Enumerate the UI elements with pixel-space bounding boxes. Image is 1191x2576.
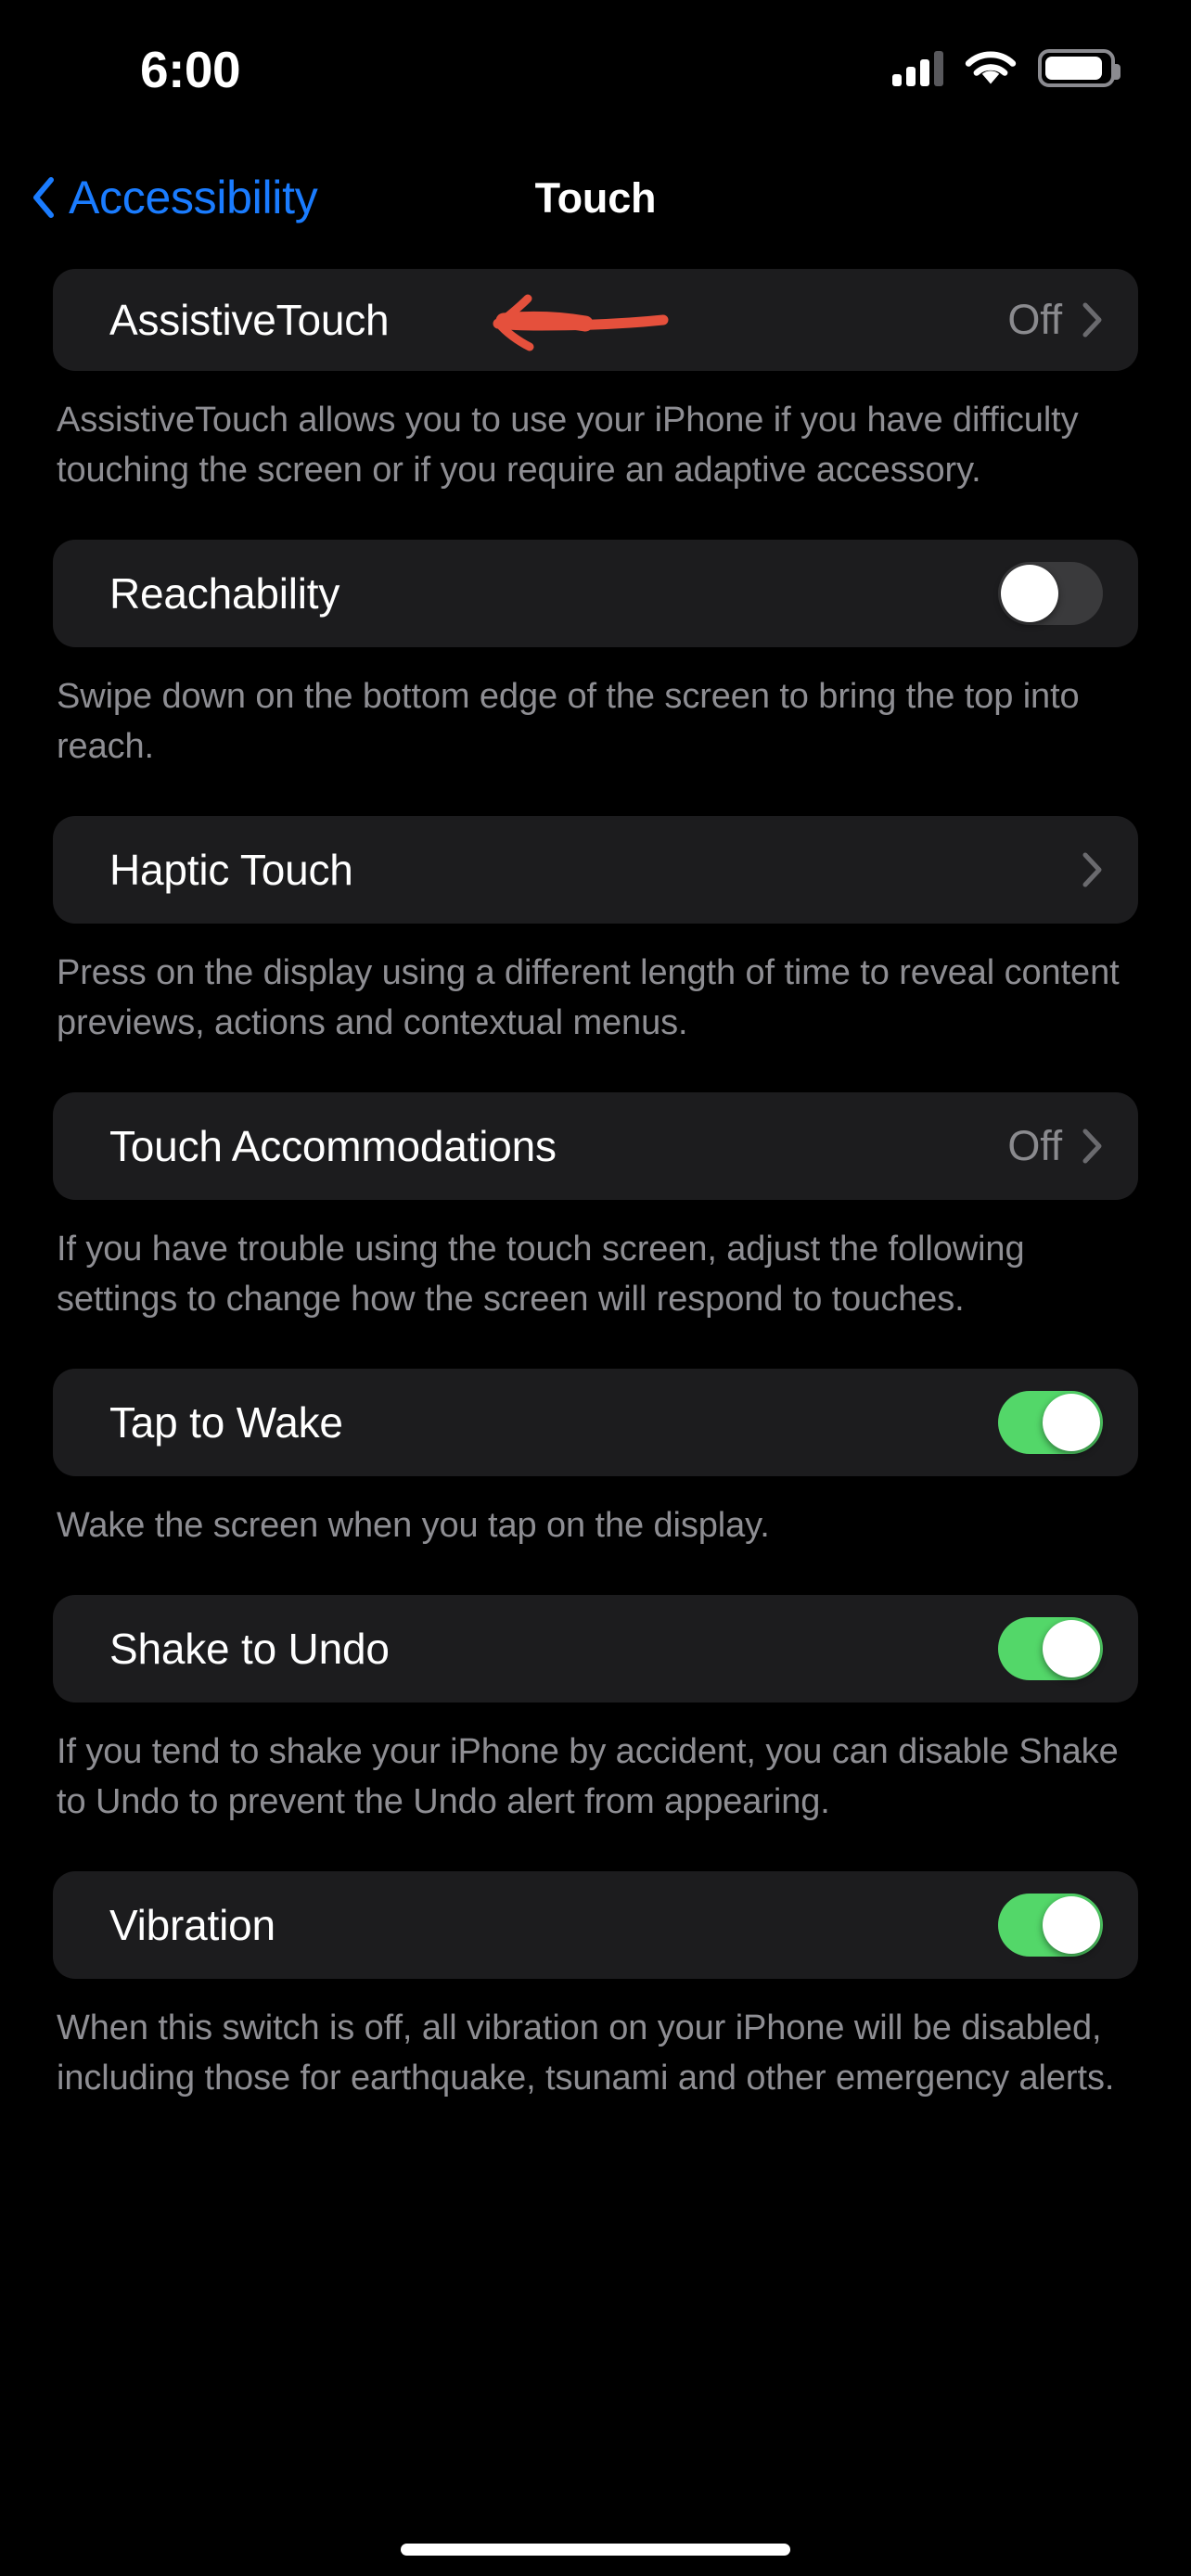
chevron-right-icon bbox=[1082, 1129, 1102, 1164]
row-reachability: Reachability bbox=[53, 540, 1138, 647]
navigation-bar: Accessibility Touch bbox=[0, 148, 1191, 258]
section-tap-to-wake: Tap to Wake Wake the screen when you tap… bbox=[0, 1369, 1191, 1550]
section-footer: Swipe down on the bottom edge of the scr… bbox=[57, 677, 1080, 766]
row-label: Reachability bbox=[109, 569, 340, 618]
toggle-knob bbox=[1043, 1620, 1100, 1677]
toggle-reachability[interactable] bbox=[998, 562, 1103, 625]
row-accessory bbox=[1082, 852, 1103, 887]
section-footer: Wake the screen when you tap on the disp… bbox=[57, 1506, 770, 1545]
toggle-knob bbox=[1043, 1394, 1100, 1451]
row-value: Off bbox=[1007, 1122, 1062, 1169]
row-touch-accommodations[interactable]: Touch Accommodations Off bbox=[53, 1092, 1138, 1200]
section-touch-accommodations: Touch Accommodations Off If you have tro… bbox=[0, 1092, 1191, 1324]
row-shake-to-undo: Shake to Undo bbox=[53, 1595, 1138, 1702]
row-label: Shake to Undo bbox=[109, 1625, 390, 1673]
section-footer: If you have trouble using the touch scre… bbox=[57, 1230, 1025, 1319]
row-value: Off bbox=[1007, 296, 1062, 343]
row-label: Touch Accommodations bbox=[109, 1122, 557, 1170]
chevron-right-icon bbox=[1082, 302, 1102, 338]
section-footer: AssistiveTouch allows you to use your iP… bbox=[57, 401, 1079, 490]
section-footer: If you tend to shake your iPhone by acci… bbox=[57, 1732, 1119, 1821]
cellular-signal-icon bbox=[892, 49, 943, 86]
row-tap-to-wake: Tap to Wake bbox=[53, 1369, 1138, 1476]
toggle-knob bbox=[1001, 565, 1058, 622]
toggle-tap-to-wake[interactable] bbox=[998, 1391, 1103, 1454]
section-reachability: Reachability Swipe down on the bottom ed… bbox=[0, 540, 1191, 772]
row-accessory bbox=[998, 562, 1103, 625]
section-footer: When this switch is off, all vibration o… bbox=[57, 2009, 1115, 2098]
toggle-knob bbox=[1043, 1896, 1100, 1954]
status-bar-clock: 6:00 bbox=[140, 41, 241, 98]
section-footer: Press on the display using a different l… bbox=[57, 953, 1120, 1042]
wifi-icon bbox=[965, 51, 1017, 84]
iphone-screen: 6:00 Accessibility Touch AssistiveTouch … bbox=[0, 0, 1191, 2576]
section-haptic-touch: Haptic Touch Press on the display using … bbox=[0, 816, 1191, 1048]
row-label: Vibration bbox=[109, 1901, 275, 1949]
row-haptic-touch[interactable]: Haptic Touch bbox=[53, 816, 1138, 924]
row-label: Haptic Touch bbox=[109, 846, 353, 894]
row-accessory: Off bbox=[1007, 1122, 1103, 1170]
row-accessory bbox=[998, 1617, 1103, 1680]
row-label: AssistiveTouch bbox=[109, 296, 390, 344]
chevron-right-icon bbox=[1082, 852, 1102, 887]
status-bar: 6:00 bbox=[0, 0, 1191, 148]
home-indicator[interactable] bbox=[401, 2544, 790, 2556]
section-vibration: Vibration When this switch is off, all v… bbox=[0, 1871, 1191, 2103]
settings-list: AssistiveTouch Off AssistiveTouch allows… bbox=[0, 269, 1191, 2103]
battery-icon bbox=[1038, 48, 1121, 87]
section-assistivetouch: AssistiveTouch Off AssistiveTouch allows… bbox=[0, 269, 1191, 495]
row-label: Tap to Wake bbox=[109, 1398, 343, 1447]
row-accessory: Off bbox=[1007, 296, 1103, 344]
row-accessory bbox=[998, 1391, 1103, 1454]
row-assistivetouch[interactable]: AssistiveTouch Off bbox=[53, 269, 1138, 371]
page-title: Touch bbox=[534, 174, 657, 222]
toggle-vibration[interactable] bbox=[998, 1894, 1103, 1957]
toggle-shake-to-undo[interactable] bbox=[998, 1617, 1103, 1680]
row-vibration: Vibration bbox=[53, 1871, 1138, 1979]
row-accessory bbox=[998, 1894, 1103, 1957]
status-bar-indicators bbox=[892, 48, 1121, 87]
section-shake-to-undo: Shake to Undo If you tend to shake your … bbox=[0, 1595, 1191, 1827]
